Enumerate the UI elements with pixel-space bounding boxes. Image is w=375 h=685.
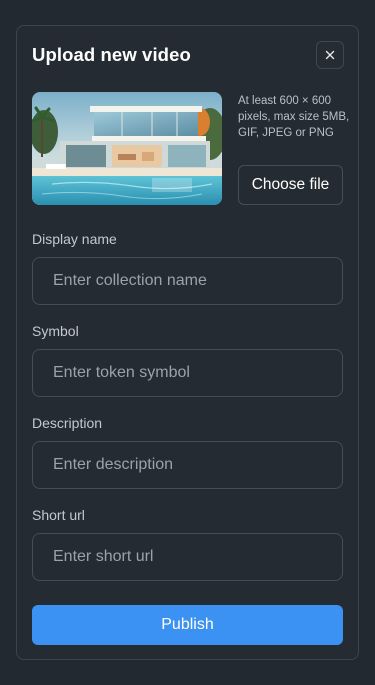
- publish-button[interactable]: Publish: [32, 605, 343, 645]
- symbol-label: Symbol: [32, 323, 79, 339]
- display-name-label: Display name: [32, 231, 117, 247]
- short-url-label: Short url: [32, 507, 85, 523]
- description-input[interactable]: [32, 441, 343, 489]
- display-name-input[interactable]: [32, 257, 343, 305]
- close-button[interactable]: [316, 41, 344, 69]
- house-image: [32, 92, 222, 205]
- upload-video-dialog: Upload new video At least 600 × 600 pixe…: [16, 25, 359, 660]
- video-thumbnail: [32, 92, 222, 205]
- close-icon: [325, 50, 335, 60]
- symbol-input[interactable]: [32, 349, 343, 397]
- choose-file-button[interactable]: Choose file: [238, 165, 343, 205]
- short-url-input[interactable]: [32, 533, 343, 581]
- description-label: Description: [32, 415, 103, 431]
- upload-hint: At least 600 × 600 pixels, max size 5MB,…: [238, 95, 350, 139]
- dialog-title: Upload new video: [32, 44, 191, 65]
